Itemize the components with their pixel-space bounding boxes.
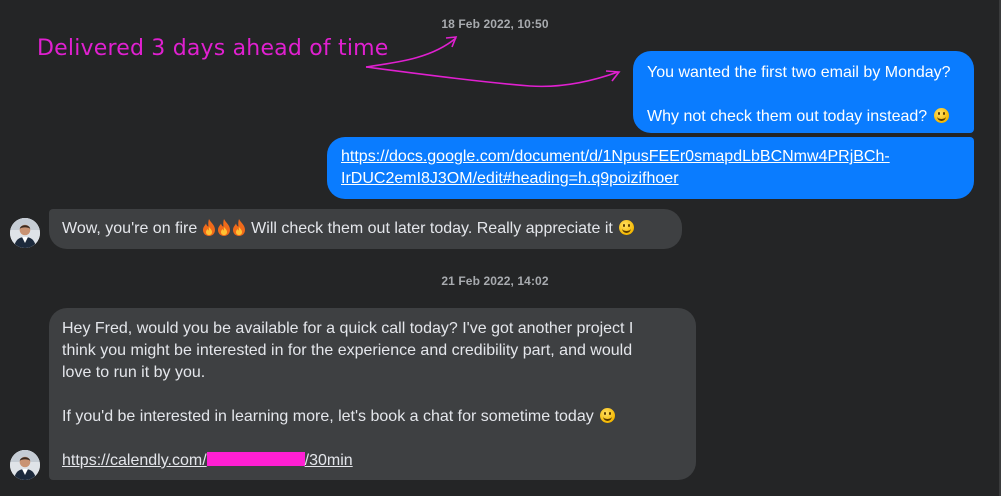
message-bubble-outgoing[interactable]: You wanted the first two email by Monday… bbox=[633, 51, 974, 133]
message-text-line: If you'd be interested in learning more,… bbox=[62, 406, 683, 428]
smile-emoji-icon bbox=[600, 408, 616, 423]
message-text: Wow, you're on fire bbox=[62, 220, 198, 237]
annotation-arrow-right bbox=[365, 66, 619, 88]
avatar[interactable] bbox=[10, 450, 40, 480]
calendly-link-line: https://calendly.com//30min bbox=[62, 450, 683, 472]
fire-emoji-icon bbox=[202, 219, 215, 236]
message-text: Will check them out later today. Really … bbox=[251, 220, 613, 237]
message-text-line: Wow, you're on fire Will check them out … bbox=[62, 218, 669, 240]
smile-emoji-icon bbox=[933, 108, 949, 123]
smile-emoji-icon bbox=[619, 220, 635, 235]
message-text-line: You wanted the first two email by Monday… bbox=[647, 64, 951, 81]
redaction-mark bbox=[206, 452, 305, 466]
message-text-line: think you might be interested in for the… bbox=[62, 342, 633, 359]
message-bubble-outgoing-link[interactable]: https://docs.google.com/document/d/1Npus… bbox=[327, 137, 974, 199]
message-bubble-incoming[interactable]: Wow, you're on fire Will check them out … bbox=[49, 209, 682, 249]
avatar[interactable] bbox=[10, 218, 40, 248]
doc-link-continued[interactable]: IrDUC2emI8J3OM/edit#heading=h.q9poizifho… bbox=[341, 168, 960, 190]
calendly-link[interactable]: https://calendly.com//30min bbox=[62, 452, 353, 469]
fire-emoji-icon bbox=[217, 219, 230, 236]
message-text-line: Why not check them out today instead? bbox=[647, 106, 960, 128]
timestamp: 21 Feb 2022, 14:02 bbox=[441, 274, 549, 288]
message-text-line: Hey Fred, would you be available for a q… bbox=[62, 320, 634, 337]
message-bubble-incoming[interactable]: Hey Fred, would you be available for a q… bbox=[49, 308, 696, 480]
message-text-line: love to run it by you. bbox=[62, 364, 206, 381]
fire-emoji-icon bbox=[232, 219, 245, 236]
doc-link[interactable]: https://docs.google.com/document/d/1Npus… bbox=[341, 146, 960, 168]
annotation-arrow-up bbox=[365, 37, 457, 68]
